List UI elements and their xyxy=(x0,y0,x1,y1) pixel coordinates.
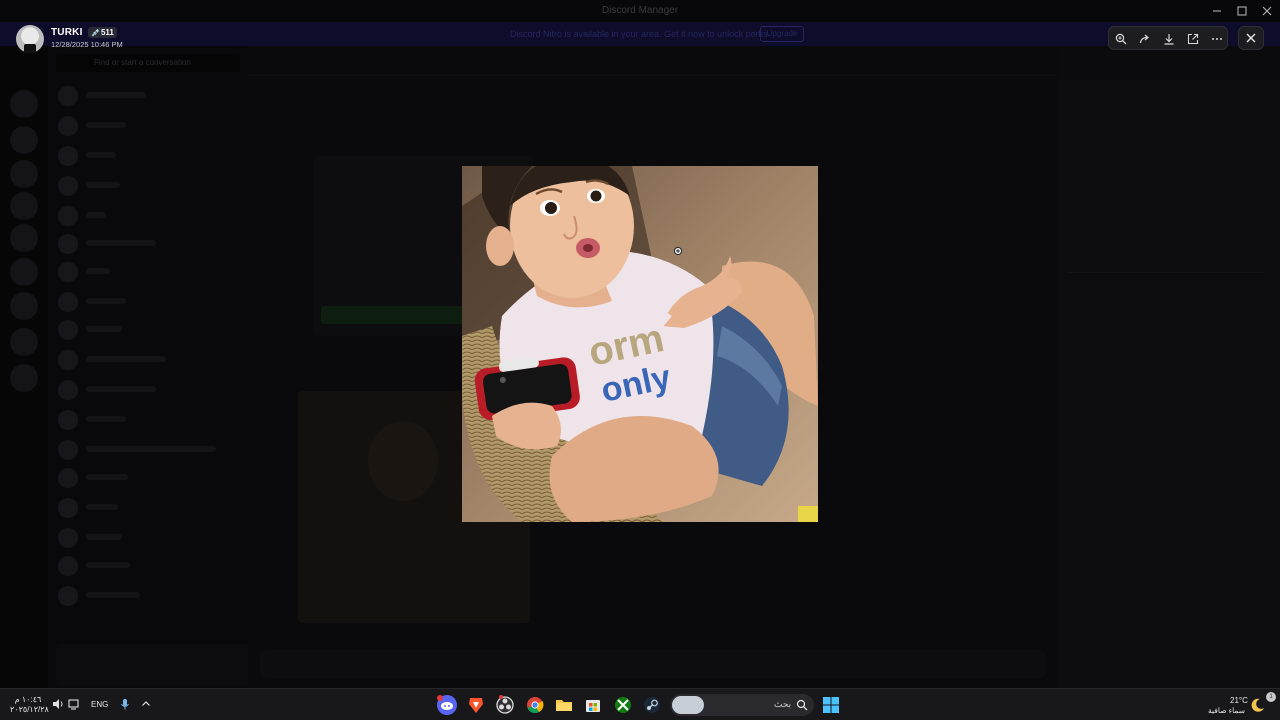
weather-description: سماء صافية xyxy=(1208,706,1246,715)
chrome-app-icon[interactable] xyxy=(525,695,545,715)
language-indicator[interactable]: ENG xyxy=(91,700,108,709)
open-external-button[interactable] xyxy=(1183,29,1203,49)
windows-icon xyxy=(823,697,839,713)
list-item[interactable] xyxy=(58,84,238,108)
maximize-icon xyxy=(1237,6,1247,16)
xbox-app-icon[interactable] xyxy=(613,695,633,715)
banner-button[interactable]: Upgrade xyxy=(760,26,804,42)
volume-icon[interactable] xyxy=(51,697,65,711)
window-close-icon xyxy=(1262,6,1272,16)
list-item[interactable] xyxy=(58,260,238,284)
zoom-cursor-icon xyxy=(674,247,682,255)
taskbar-clock[interactable]: ١٠:٤٦ م ٢٠٢٥/١٢/٢٨ xyxy=(10,695,49,715)
store-app-icon[interactable] xyxy=(583,695,603,715)
maximize-button[interactable] xyxy=(1230,0,1254,22)
avatar-shirt xyxy=(24,44,36,53)
window-title: Discord Manager xyxy=(601,5,679,16)
moon-icon[interactable] xyxy=(1250,697,1266,713)
list-item[interactable] xyxy=(58,584,238,608)
server-icon[interactable] xyxy=(10,126,38,154)
list-item[interactable] xyxy=(58,348,238,372)
list-item[interactable] xyxy=(58,232,238,256)
list-item[interactable] xyxy=(58,554,238,578)
taskbar-search[interactable]: بحث xyxy=(670,694,814,716)
forward-icon xyxy=(1139,34,1149,44)
chevron-up-icon[interactable] xyxy=(139,697,153,711)
server-list xyxy=(0,46,48,688)
server-icon[interactable] xyxy=(10,292,38,320)
search-icon xyxy=(796,699,808,711)
microphone-icon[interactable] xyxy=(118,697,132,711)
taskbar: ١٠:٤٦ م ٢٠٢٥/١٢/٢٨ ENG بحث 21°C سماء صاف… xyxy=(0,688,1280,720)
steam-app-icon[interactable] xyxy=(642,695,662,715)
mutual-servers-row[interactable] xyxy=(1068,272,1264,294)
list-item[interactable] xyxy=(58,466,238,490)
list-item[interactable] xyxy=(58,204,238,228)
author-name[interactable]: TURKI xyxy=(51,27,83,38)
message-timestamp: 12/28/2025 10:46 PM xyxy=(51,40,123,49)
file-explorer-app-icon[interactable] xyxy=(554,695,574,715)
chat-header xyxy=(248,46,1058,76)
list-item[interactable] xyxy=(58,438,238,462)
server-icon[interactable] xyxy=(10,224,38,252)
dm-search-input[interactable]: Find or start a conversation xyxy=(56,54,240,72)
weather-cloud-icon xyxy=(672,696,704,714)
server-icon[interactable] xyxy=(10,192,38,220)
profile-panel xyxy=(1058,76,1280,688)
discord-app-icon[interactable] xyxy=(437,695,457,715)
viewer-image[interactable]: orm only xyxy=(462,166,818,522)
list-item[interactable] xyxy=(58,318,238,342)
app-window: Discord Manager Discord Nitro is availab… xyxy=(0,0,1280,720)
list-item[interactable] xyxy=(58,114,238,138)
network-icon[interactable] xyxy=(67,697,81,711)
forward-button[interactable] xyxy=(1135,29,1155,49)
close-icon xyxy=(1246,33,1256,43)
list-item[interactable] xyxy=(58,378,238,402)
server-icon[interactable] xyxy=(10,328,38,356)
banner-text: Discord Nitro is available in your area.… xyxy=(510,29,768,39)
brave-app-icon[interactable] xyxy=(466,695,486,715)
minimize-button[interactable] xyxy=(1205,0,1229,22)
message-input[interactable] xyxy=(260,650,1046,678)
window-controls xyxy=(1205,0,1280,22)
dm-sidebar: Find or start a conversation xyxy=(48,46,288,688)
more-button[interactable] xyxy=(1207,29,1227,49)
zoom-button[interactable] xyxy=(1111,29,1131,49)
clock-time: ١٠:٤٦ م xyxy=(14,695,42,704)
start-button[interactable] xyxy=(821,695,841,715)
minimize-icon xyxy=(1213,10,1221,12)
list-item[interactable] xyxy=(58,144,238,168)
list-item[interactable] xyxy=(58,526,238,550)
list-item[interactable] xyxy=(58,174,238,198)
viewer-close-button[interactable] xyxy=(1238,26,1264,50)
viewer-toolbar xyxy=(1108,26,1228,50)
viewer-author-info: TURKI 💉511 12/28/2025 10:46 PM xyxy=(0,22,200,53)
server-icon[interactable] xyxy=(10,258,38,286)
search-label: بحث xyxy=(774,699,792,709)
child-photo-illustration: orm only xyxy=(462,166,818,522)
server-icon[interactable] xyxy=(10,364,38,392)
list-item[interactable] xyxy=(58,408,238,432)
user-badge: 💉511 xyxy=(88,27,117,38)
open-external-icon xyxy=(1187,33,1199,45)
notification-badge[interactable]: 1 xyxy=(1266,692,1276,702)
zoom-in-icon xyxy=(1115,33,1127,45)
weather-temperature: 21°C xyxy=(1230,696,1248,705)
title-bar: Discord Manager xyxy=(0,0,1280,22)
download-button[interactable] xyxy=(1159,29,1179,49)
more-icon xyxy=(1212,38,1222,40)
obs-app-icon[interactable] xyxy=(495,695,515,715)
server-icon[interactable] xyxy=(10,90,38,118)
window-close-button[interactable] xyxy=(1255,0,1279,22)
list-item[interactable] xyxy=(58,496,238,520)
server-icon[interactable] xyxy=(10,160,38,188)
list-item[interactable] xyxy=(58,290,238,314)
download-icon xyxy=(1164,34,1174,45)
clock-date: ٢٠٢٥/١٢/٢٨ xyxy=(10,705,49,714)
